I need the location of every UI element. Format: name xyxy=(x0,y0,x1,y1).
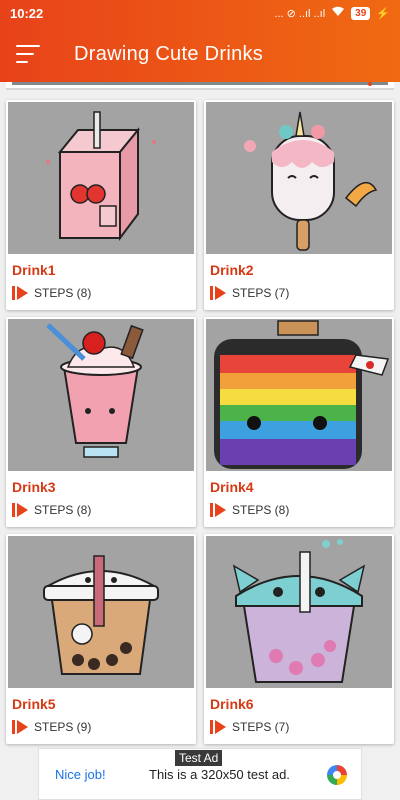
steps-count: STEPS (9) xyxy=(34,720,92,734)
drink-thumbnail xyxy=(8,319,194,471)
signal-icons: ... ⊘ ..ıl ..ıl xyxy=(274,7,326,20)
drink-thumbnail xyxy=(8,102,194,254)
steps-count: STEPS (8) xyxy=(232,503,290,517)
drink-card-5[interactable]: Drink5 STEPS (9) xyxy=(6,534,196,744)
steps-row: STEPS (7) xyxy=(210,720,289,734)
steps-count: STEPS (7) xyxy=(232,720,290,734)
drink-name: Drink5 xyxy=(12,696,56,712)
drink-card-1[interactable]: Drink1 STEPS (8) xyxy=(6,100,196,310)
play-steps-icon xyxy=(12,286,28,300)
drink-card-4[interactable]: Drink4 STEPS (8) xyxy=(204,317,394,527)
top-banner-strip xyxy=(6,82,394,90)
wifi-icon xyxy=(331,6,345,20)
steps-count: STEPS (8) xyxy=(34,286,92,300)
hamburger-menu-icon[interactable] xyxy=(0,26,56,82)
steps-row: STEPS (7) xyxy=(210,286,289,300)
play-steps-icon xyxy=(210,286,226,300)
drink-name: Drink1 xyxy=(12,262,56,278)
status-bar: 10:22 ... ⊘ ..ıl ..ıl 39 ⚡ xyxy=(0,0,400,26)
app-bar: Drawing Cute Drinks xyxy=(0,26,400,82)
battery-icon: 39 xyxy=(351,6,371,20)
status-time: 10:22 xyxy=(10,5,44,21)
play-steps-icon xyxy=(12,503,28,517)
ad-choices-icon[interactable] xyxy=(325,763,349,787)
status-indicators: ... ⊘ ..ıl ..ıl 39 ⚡ xyxy=(274,6,390,20)
charging-icon: ⚡ xyxy=(376,7,390,20)
drink-card-2[interactable]: Drink2 STEPS (7) xyxy=(204,100,394,310)
steps-row: STEPS (8) xyxy=(12,286,91,300)
drink-thumbnail xyxy=(206,536,392,688)
drink-card-6[interactable]: Drink6 STEPS (7) xyxy=(204,534,394,744)
drink-name: Drink6 xyxy=(210,696,254,712)
ad-label: Test Ad xyxy=(175,750,223,766)
play-steps-icon xyxy=(210,720,226,734)
drink-name: Drink3 xyxy=(12,479,56,495)
steps-row: STEPS (8) xyxy=(12,503,91,517)
drink-name: Drink2 xyxy=(210,262,254,278)
steps-row: STEPS (9) xyxy=(12,720,91,734)
ad-message: This is a 320x50 test ad. xyxy=(149,767,290,782)
drink-thumbnail xyxy=(8,536,194,688)
play-steps-icon xyxy=(12,720,28,734)
play-steps-icon xyxy=(210,503,226,517)
drink-card-3[interactable]: Drink3 STEPS (8) xyxy=(6,317,196,527)
ad-headline: Nice job! xyxy=(55,767,106,782)
steps-count: STEPS (7) xyxy=(232,286,290,300)
drink-thumbnail xyxy=(206,319,392,471)
drink-name: Drink4 xyxy=(210,479,254,495)
app-title: Drawing Cute Drinks xyxy=(74,42,264,65)
drink-thumbnail xyxy=(206,102,392,254)
steps-row: STEPS (8) xyxy=(210,503,289,517)
steps-count: STEPS (8) xyxy=(34,503,92,517)
